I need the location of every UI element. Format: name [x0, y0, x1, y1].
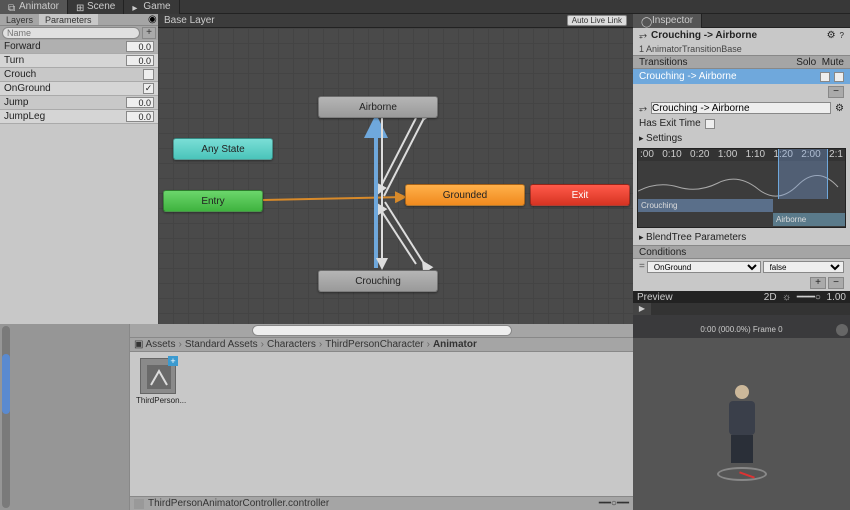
- add-parameter-button[interactable]: +: [142, 27, 156, 39]
- folder-icon: ▣: [134, 339, 143, 350]
- transition-list-item[interactable]: Crouching -> Airborne: [633, 69, 850, 84]
- param-row-jump[interactable]: Jump 0.0: [0, 96, 158, 110]
- param-value[interactable]: 0.0: [126, 55, 154, 66]
- animator-icon: ⧉: [8, 3, 16, 11]
- gear-icon[interactable]: ⚙: [835, 103, 844, 114]
- transition-range-handle[interactable]: [778, 149, 828, 199]
- transitions-label: Transitions: [639, 57, 688, 68]
- auto-live-link-toggle[interactable]: Auto Live Link: [567, 15, 627, 26]
- state-crouching[interactable]: Crouching: [318, 270, 438, 292]
- breadcrumb-item[interactable]: Characters: [267, 339, 316, 350]
- has-exit-time-label: Has Exit Time: [639, 118, 701, 129]
- project-panel: ▣ Assets› Standard Assets› Characters› T…: [0, 324, 633, 510]
- project-folder-column[interactable]: [0, 324, 130, 510]
- blendtree-foldout[interactable]: ▸ BlendTree Parameters: [633, 230, 850, 245]
- help-icon[interactable]: ?: [840, 31, 844, 40]
- tab-scene[interactable]: ⊞Scene: [68, 0, 124, 14]
- inspector-icon: ◯: [641, 17, 649, 25]
- inspector-title: Crouching -> Airborne: [651, 30, 757, 41]
- subtab-parameters[interactable]: Parameters: [39, 14, 98, 25]
- state-airborne[interactable]: Airborne: [318, 96, 438, 118]
- param-row-crouch[interactable]: Crouch: [0, 68, 158, 82]
- param-search-input[interactable]: [2, 27, 140, 39]
- condition-row: = OnGround false: [633, 259, 850, 275]
- breadcrumb-item[interactable]: Assets: [145, 339, 175, 350]
- project-search-input[interactable]: [252, 325, 512, 336]
- param-value[interactable]: 0.0: [126, 41, 154, 52]
- preview-viewport[interactable]: 0:00 (000.0%) Frame 0: [633, 315, 850, 338]
- parameters-panel: Layers Parameters ◉ + Forward 0.0 Turn 0…: [0, 14, 158, 338]
- remove-transition-button[interactable]: −: [828, 86, 844, 98]
- tab-animator[interactable]: ⧉Animator: [0, 0, 68, 14]
- timeline-dst-clip[interactable]: Airborne: [773, 213, 845, 226]
- condition-param-select[interactable]: OnGround: [647, 261, 761, 273]
- preview-speed[interactable]: 1.00: [827, 292, 846, 303]
- breadcrumb-item[interactable]: Standard Assets: [185, 339, 258, 350]
- main-tabs: ⧉Animator ⊞Scene ▸Game: [0, 0, 850, 14]
- breadcrumb: ▣ Assets› Standard Assets› Characters› T…: [130, 338, 633, 352]
- param-checkbox[interactable]: [143, 69, 154, 80]
- plus-badge-icon: +: [168, 356, 178, 366]
- asset-item[interactable]: + ThirdPerson...: [136, 358, 180, 405]
- conditions-label: Conditions: [639, 247, 686, 258]
- param-row-turn[interactable]: Turn 0.0: [0, 54, 158, 68]
- scene-icon: ⊞: [76, 3, 84, 11]
- condition-value-select[interactable]: false: [763, 261, 844, 273]
- breadcrumb-item[interactable]: Animator: [433, 339, 477, 350]
- preview-2d-toggle[interactable]: 2D: [764, 292, 777, 303]
- param-value[interactable]: 0.0: [126, 97, 154, 108]
- param-checkbox[interactable]: [143, 83, 154, 94]
- state-grounded[interactable]: Grounded: [405, 184, 525, 206]
- preview-play-button[interactable]: ▶: [633, 303, 651, 315]
- asset-thumbnail: +: [140, 358, 176, 394]
- asset-type-icon: [134, 499, 144, 509]
- subtab-layers[interactable]: Layers: [0, 14, 39, 25]
- preview-frame-status: 0:00 (000.0%) Frame 0: [633, 325, 850, 334]
- layer-breadcrumb[interactable]: Base Layer: [164, 15, 215, 26]
- breadcrumb-item[interactable]: ThirdPersonCharacter: [325, 339, 423, 350]
- remove-condition-button[interactable]: −: [828, 277, 844, 289]
- scrollbar-thumb[interactable]: [2, 354, 10, 414]
- state-exit[interactable]: Exit: [530, 184, 630, 206]
- tab-inspector[interactable]: ◯Inspector: [633, 14, 702, 28]
- preview-character: [712, 385, 772, 475]
- param-row-onground[interactable]: OnGround: [0, 82, 158, 96]
- param-row-jumpleg[interactable]: JumpLeg 0.0: [0, 110, 158, 124]
- transition-name-field[interactable]: [651, 102, 831, 114]
- avatar-icon[interactable]: [836, 324, 848, 336]
- timeline-src-clip[interactable]: Crouching: [638, 199, 773, 212]
- param-row-forward[interactable]: Forward 0.0: [0, 40, 158, 54]
- tab-game[interactable]: ▸Game: [124, 0, 179, 14]
- transition-icon: ⥅: [639, 30, 647, 41]
- param-value[interactable]: 0.0: [126, 111, 154, 122]
- has-exit-time-checkbox[interactable]: [705, 119, 715, 129]
- grid-size-slider[interactable]: ━━○━━: [599, 498, 629, 509]
- transition-timeline[interactable]: :000:100:201:001:101:202:002:1 Crouching…: [637, 148, 846, 228]
- state-any-state[interactable]: Any State: [173, 138, 273, 160]
- eye-icon[interactable]: ◉: [148, 14, 158, 24]
- add-condition-button[interactable]: +: [810, 277, 826, 289]
- inspector-subtitle: 1 AnimatorTransitionBase: [633, 43, 850, 55]
- state-entry[interactable]: Entry: [163, 190, 263, 212]
- inspector-panel: ◯Inspector ⥅ Crouching -> Airborne ⚙ ? 1…: [633, 14, 850, 338]
- mute-checkbox[interactable]: [834, 72, 844, 82]
- status-bar-path: ThirdPersonAnimatorController.controller: [148, 498, 329, 509]
- gear-icon[interactable]: ⚙: [827, 30, 836, 41]
- state-machine-graph[interactable]: Base Layer Auto Live Link: [158, 14, 633, 338]
- preview-label: Preview: [637, 292, 673, 303]
- transition-type-icon: ⥅: [639, 103, 647, 114]
- asset-label: ThirdPerson...: [136, 396, 180, 405]
- solo-checkbox[interactable]: [820, 72, 830, 82]
- game-icon: ▸: [132, 3, 140, 11]
- preview-light-icon[interactable]: ☼: [782, 292, 791, 303]
- settings-foldout[interactable]: ▸ Settings: [633, 131, 850, 146]
